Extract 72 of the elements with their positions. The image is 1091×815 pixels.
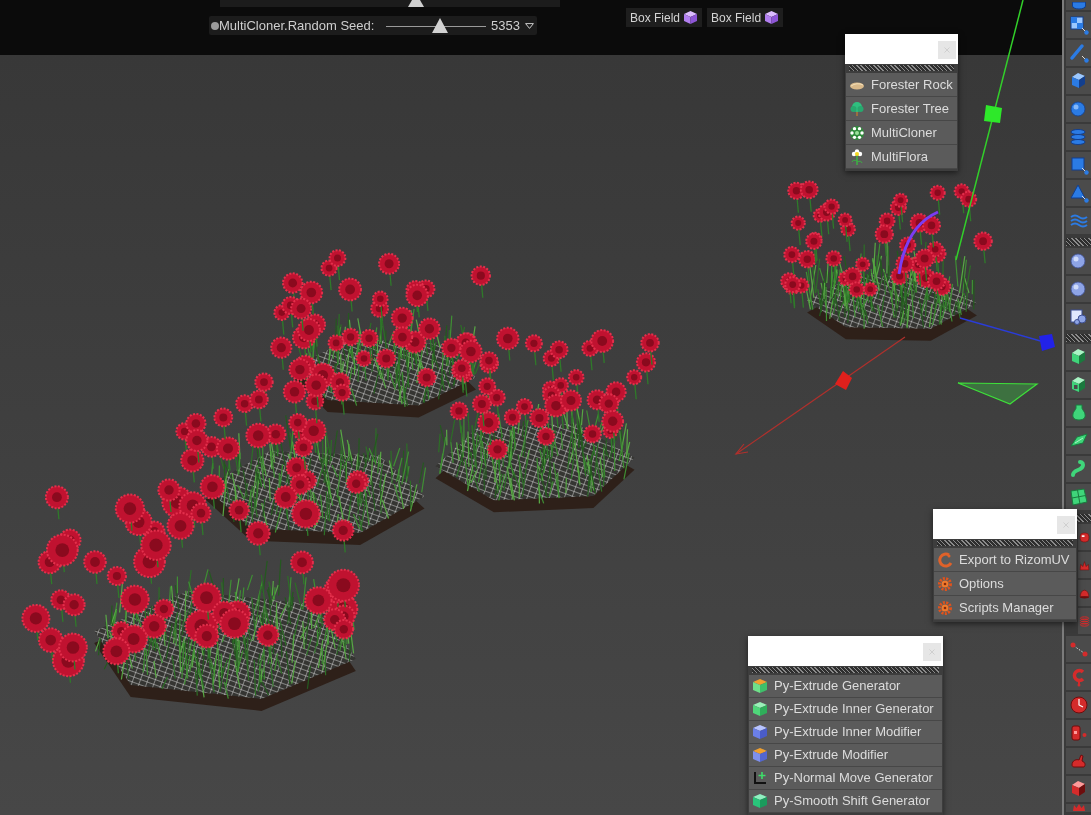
toolbar-button[interactable] <box>1066 372 1091 398</box>
palette-grip[interactable] <box>937 540 1073 546</box>
dots-ring-icon <box>849 124 865 141</box>
palette-item[interactable]: Forester Tree <box>846 97 957 121</box>
palette-grip[interactable] <box>752 667 939 673</box>
slider-label: MultiCloner.Random Seed: <box>219 17 376 35</box>
gear-icon <box>937 599 953 616</box>
checker-cube-icon <box>1068 15 1089 35</box>
palette-item[interactable]: MultiCloner <box>846 121 957 145</box>
toolbar-separator <box>1066 334 1091 342</box>
flower-icon <box>849 148 865 165</box>
palette-item[interactable]: Py-Smooth Shift Generator <box>749 790 942 813</box>
axis-plus-icon <box>752 770 768 786</box>
palette-item[interactable]: Py-Extrude Generator <box>749 675 942 698</box>
cube-icon <box>752 701 768 717</box>
palette-item[interactable]: Export to RizomUV <box>934 548 1076 572</box>
cube-icon <box>752 678 768 694</box>
cylinder-icon <box>1071 2 1086 10</box>
square-icon <box>1068 155 1089 175</box>
toolbar-button[interactable] <box>1066 304 1091 330</box>
line-icon <box>1068 43 1089 63</box>
field-button[interactable]: Box Field <box>707 8 784 27</box>
tree-icon <box>849 100 865 117</box>
palette-item[interactable]: Py-Normal Move Generator <box>749 767 942 790</box>
palette-item[interactable]: Py-Extrude Modifier <box>749 744 942 767</box>
palette-item[interactable]: Forester Rock <box>846 73 957 97</box>
toolbar-button[interactable] <box>1066 68 1091 94</box>
clock-icon <box>1068 695 1089 715</box>
toolbar-button[interactable] <box>1066 12 1091 38</box>
palette-grip[interactable] <box>849 65 954 71</box>
grid-icon <box>1068 487 1089 507</box>
crescent-icon <box>937 551 953 568</box>
toolbar-button[interactable] <box>1066 776 1091 802</box>
toolbar-button[interactable] <box>1066 344 1091 370</box>
toolbar-button[interactable] <box>1066 428 1091 454</box>
rounded-square-icon <box>1079 531 1090 543</box>
cube-icon <box>752 724 768 740</box>
palette-item[interactable]: Options <box>934 572 1076 596</box>
toolbar-separator <box>1066 238 1091 246</box>
toolbar-button[interactable] <box>1066 96 1091 122</box>
cone-icon <box>1068 183 1089 203</box>
blob-icon <box>1068 751 1089 771</box>
cylinder-dot-icon <box>1068 723 1089 743</box>
slider-thumb[interactable] <box>408 0 424 7</box>
palette-item[interactable]: MultiFlora <box>846 145 957 169</box>
cube-icon <box>764 10 780 25</box>
caret-icon[interactable] <box>525 22 534 29</box>
slider-thumb[interactable] <box>432 18 448 33</box>
cube-icon <box>752 747 768 763</box>
sphere-icon <box>1068 251 1089 271</box>
sphere-icon <box>1068 279 1089 299</box>
dot-icon <box>211 21 219 30</box>
toolbar-button[interactable] <box>1066 400 1091 426</box>
gear-icon <box>937 575 953 592</box>
crown-icon <box>1079 559 1090 571</box>
field-button[interactable]: Box Field <box>626 8 703 27</box>
crown-icon <box>1071 804 1086 811</box>
toolbar-button[interactable] <box>1066 276 1091 302</box>
spring-icon <box>1079 615 1090 627</box>
toolbar-button[interactable] <box>1066 248 1091 274</box>
slider-value: 5353 <box>490 17 520 35</box>
shapes-icon <box>1068 307 1089 327</box>
palette-item[interactable]: Scripts Manager <box>934 596 1076 620</box>
sphere-icon <box>1068 99 1089 119</box>
toolbar-button[interactable] <box>1066 456 1091 482</box>
palette-item[interactable]: Py-Extrude Inner Modifier <box>749 721 942 744</box>
cube-icon <box>683 10 699 25</box>
toolbar-button[interactable] <box>1066 484 1091 510</box>
dome-icon <box>1079 587 1090 599</box>
toolbar-button[interactable] <box>1066 692 1091 718</box>
palette-item[interactable]: Py-Extrude Inner Generator <box>749 698 942 721</box>
cube-icon <box>752 793 768 809</box>
